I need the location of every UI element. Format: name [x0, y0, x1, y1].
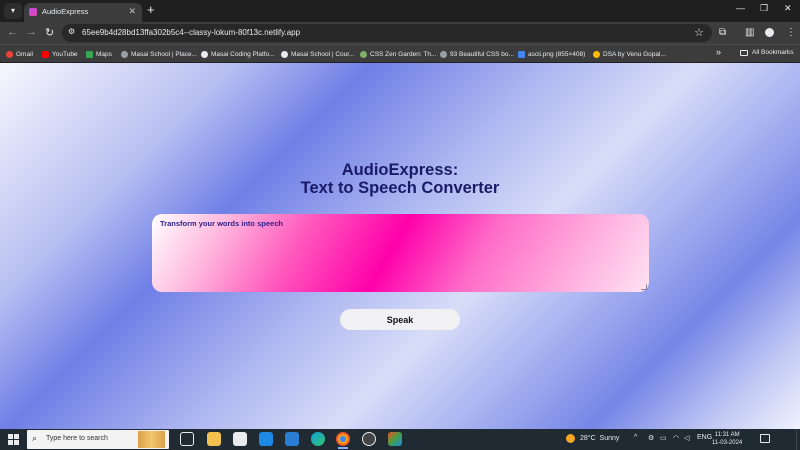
- store-icon[interactable]: [233, 432, 247, 446]
- tab-search-icon[interactable]: ▾: [4, 3, 22, 19]
- tray-overflow-icon[interactable]: ^: [634, 434, 637, 441]
- all-bookmarks-button[interactable]: All Bookmarks: [740, 49, 794, 56]
- jc-icon: [518, 50, 525, 58]
- youtube-icon: [42, 50, 49, 58]
- dsa-icon: [593, 50, 600, 58]
- bookmark-label: YouTube: [52, 50, 78, 58]
- more-bookmarks-icon[interactable]: »: [716, 47, 721, 57]
- minimize-icon[interactable]: —: [736, 3, 745, 13]
- extensions-icon[interactable]: ⧉: [719, 27, 726, 39]
- bookmark-label: Maps: [96, 50, 112, 58]
- bookmark-star-icon[interactable]: ☆: [694, 26, 704, 39]
- bookmark-label: 93 Beautiful CSS bo...: [450, 50, 514, 58]
- forward-icon[interactable]: →: [26, 26, 37, 38]
- menu-icon[interactable]: ⋮: [786, 27, 796, 39]
- tab-favicon-icon: [29, 8, 37, 16]
- bookmark-gmail[interactable]: Gmail: [6, 49, 33, 59]
- tab-strip: ▾ AudioExpress ✕ + — ❐ ✕: [0, 0, 800, 22]
- bookmark-label: DSA by Venu Gopal...: [603, 50, 666, 58]
- bookmark-masai-placements[interactable]: Masai School | Place...: [121, 49, 197, 59]
- task-view-icon[interactable]: [180, 432, 194, 446]
- clock[interactable]: 11:31 AM 11-03-2024: [712, 431, 742, 447]
- bookmark-label: CSS Zen Garden: Th...: [370, 50, 437, 58]
- chrome-icon[interactable]: [336, 432, 350, 449]
- bookmark-maps[interactable]: Maps: [86, 49, 112, 59]
- bookmark-label: Masai School | Cour...: [291, 50, 355, 58]
- weather-temp: 28°C: [580, 435, 596, 442]
- browser-tab[interactable]: AudioExpress ✕: [24, 3, 142, 22]
- url-text[interactable]: 65ee9b4d28bd13ffa302b5c4--classy-lokum-8…: [82, 28, 300, 37]
- search-icon: ⌕: [32, 433, 38, 443]
- search-highlight-image: [138, 431, 165, 448]
- tab-close-icon[interactable]: ✕: [128, 6, 136, 17]
- edge-icon[interactable]: [311, 432, 325, 446]
- windows-start-icon[interactable]: [8, 434, 19, 445]
- restore-icon[interactable]: ❐: [760, 3, 768, 14]
- clock-date: 11-03-2024: [712, 440, 743, 446]
- masai-icon: [201, 50, 208, 58]
- speak-button[interactable]: Speak: [340, 309, 460, 330]
- masai-icon: [281, 50, 288, 58]
- globe-icon: [121, 50, 128, 58]
- clock-time: 11:31 AM: [714, 432, 740, 438]
- zen-garden-icon: [360, 50, 367, 58]
- taskbar: ⌕ Type here to search 28°C Sunny ^ ⚙ ▭ ◠…: [0, 429, 800, 450]
- window-close-icon[interactable]: ✕: [784, 3, 792, 14]
- sun-icon: [566, 434, 575, 443]
- gmail-icon: [6, 50, 13, 58]
- address-bar[interactable]: ⚙ 65ee9b4d28bd13ffa302b5c4--classy-lokum…: [62, 24, 712, 42]
- media-player-icon[interactable]: [362, 432, 376, 446]
- bookmark-css-zen-garden[interactable]: CSS Zen Garden: Th...: [360, 49, 436, 59]
- all-bookmarks-label: All Bookmarks: [752, 49, 794, 56]
- show-desktop-button[interactable]: [796, 429, 800, 450]
- speaker-icon[interactable]: ◁: [684, 434, 689, 442]
- page-title: AudioExpress: Text to Speech Converter: [0, 161, 800, 197]
- bookmark-label: Masai Coding Platfo...: [211, 50, 275, 58]
- page-viewport: AudioExpress: Text to Speech Converter S…: [0, 63, 800, 429]
- folder-icon: [740, 49, 748, 56]
- bookmark-masai-coding[interactable]: Masai Coding Platfo...: [201, 49, 275, 59]
- settings-icon[interactable]: ⚙: [648, 434, 654, 442]
- bookmark-ascii[interactable]: ascii.png (855×408): [518, 49, 585, 59]
- tab-title: AudioExpress: [42, 7, 89, 16]
- file-explorer-icon[interactable]: [207, 432, 221, 446]
- vscode-icon[interactable]: [285, 432, 299, 446]
- git-app-icon[interactable]: [388, 432, 402, 446]
- notifications-icon[interactable]: [760, 434, 770, 443]
- bookmark-youtube[interactable]: YouTube: [42, 49, 78, 59]
- mail-icon[interactable]: [259, 432, 273, 446]
- battery-icon[interactable]: ▭: [660, 434, 667, 442]
- bookmark-label: ascii.png (855×408): [528, 50, 586, 58]
- title-line-2: Text to Speech Converter: [300, 179, 500, 197]
- bookmarks-bar: Gmail YouTube Maps Masai School | Place.…: [0, 44, 800, 62]
- reload-icon[interactable]: ↻: [45, 26, 54, 39]
- weather-widget[interactable]: 28°C Sunny: [566, 434, 619, 443]
- bookmark-label: Gmail: [16, 50, 33, 58]
- new-tab-icon[interactable]: +: [147, 2, 155, 17]
- maps-icon: [86, 50, 93, 58]
- search-placeholder: Type here to search: [46, 435, 108, 442]
- back-icon[interactable]: ←: [7, 26, 18, 38]
- globe-icon: [440, 50, 447, 58]
- title-line-1: AudioExpress:: [341, 161, 459, 179]
- speech-text-input[interactable]: [152, 214, 649, 292]
- wifi-icon[interactable]: ◠: [673, 434, 679, 442]
- side-panel-icon[interactable]: ▥: [745, 27, 754, 39]
- profile-avatar[interactable]: [763, 26, 776, 39]
- browser-toolbar: ← → ↻ ⚙ 65ee9b4d28bd13ffa302b5c4--classy…: [0, 22, 800, 44]
- bookmark-label: Masai School | Place...: [131, 50, 197, 58]
- weather-desc: Sunny: [599, 435, 620, 442]
- taskbar-search-box[interactable]: ⌕ Type here to search: [27, 430, 169, 449]
- bookmark-masai-course[interactable]: Masai School | Cour...: [281, 49, 354, 59]
- bookmark-css-buttons[interactable]: 93 Beautiful CSS bo...: [440, 49, 514, 59]
- bookmark-dsa[interactable]: DSA by Venu Gopal...: [593, 49, 666, 59]
- resize-handle-icon[interactable]: [641, 284, 647, 290]
- language-indicator[interactable]: ENG: [697, 434, 712, 441]
- site-info-icon[interactable]: ⚙: [68, 27, 75, 36]
